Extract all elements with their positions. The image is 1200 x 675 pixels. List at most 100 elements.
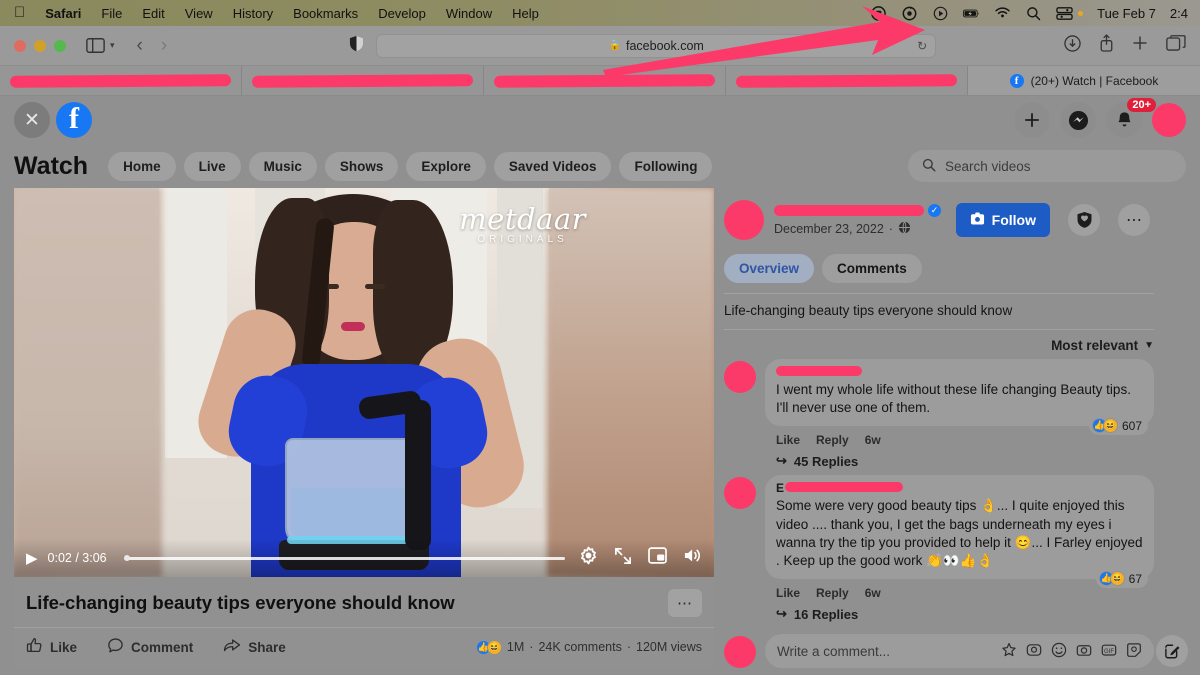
menu-bookmarks[interactable]: Bookmarks [283, 6, 368, 21]
sort-dropdown[interactable]: Most relevant ▼ [1051, 338, 1154, 353]
zoom-button[interactable] [54, 39, 66, 52]
nav-tab-saved-videos[interactable]: Saved Videos [493, 151, 612, 181]
comment-reactions[interactable]: 👍 😆 607 [1088, 416, 1148, 436]
menu-history[interactable]: History [223, 6, 283, 21]
menubar-clock[interactable]: Tue Feb 7 [1097, 6, 1156, 21]
sticker-icon[interactable] [1001, 642, 1017, 661]
minimize-button[interactable] [34, 39, 46, 52]
battery-charging-icon[interactable] [963, 5, 980, 22]
menu-develop[interactable]: Develop [368, 6, 436, 21]
current-user-avatar[interactable] [724, 636, 756, 669]
privacy-shield-icon[interactable] [349, 35, 364, 57]
nav-tab-following[interactable]: Following [619, 151, 713, 181]
comment-reply-button[interactable]: Reply [816, 586, 849, 600]
ellipsis-icon[interactable]: ⋯ [668, 589, 702, 617]
menu-safari[interactable]: Safari [35, 6, 91, 21]
comment-bubble: E Some were very good beauty tips 👌... I… [765, 475, 1154, 589]
comment-avatar[interactable] [724, 477, 756, 510]
wifi-icon[interactable] [994, 5, 1011, 22]
comment-text: Some were very good beauty tips 👌... I q… [776, 498, 1143, 569]
menu-help[interactable]: Help [502, 6, 549, 21]
follow-button[interactable]: Follow [955, 203, 1050, 237]
picture-in-picture-icon[interactable] [648, 547, 667, 569]
like-label: Like [50, 639, 78, 655]
compose-pencil-icon[interactable] [1156, 635, 1188, 667]
record-stop-icon[interactable] [870, 5, 887, 22]
redaction-overlay [9, 73, 232, 88]
post-date[interactable]: December 23, 2022 [774, 222, 884, 236]
comment-avatar[interactable] [724, 361, 756, 393]
downloads-icon[interactable] [1064, 34, 1081, 57]
browser-tab[interactable] [0, 66, 242, 95]
comment-button[interactable]: Comment [107, 637, 193, 657]
play-icon[interactable]: ▶ [26, 549, 38, 567]
browser-tab-active[interactable]: f (20+) Watch | Facebook [968, 66, 1200, 95]
post-options-button[interactable]: ⋯ [1118, 204, 1150, 236]
emoji-icon[interactable] [1051, 642, 1067, 661]
share-button[interactable]: Share [223, 637, 286, 657]
gear-icon[interactable] [579, 546, 598, 570]
tab-comments[interactable]: Comments [822, 254, 922, 283]
save-button[interactable] [1068, 204, 1100, 236]
reaction-count: 1M [506, 640, 525, 654]
address-bar[interactable]: 🔒 facebook.com ↻ [376, 33, 937, 58]
menubar-time[interactable]: 2:4 [1170, 6, 1188, 21]
svg-text:GIF: GIF [1104, 649, 1114, 655]
comment-like-button[interactable]: Like [776, 586, 800, 600]
expand-icon[interactable] [614, 547, 632, 570]
search-input[interactable]: Search videos [908, 150, 1186, 182]
comment-reply-button[interactable]: Reply [816, 433, 849, 447]
new-tab-icon[interactable] [1132, 35, 1148, 56]
messenger-button[interactable] [1060, 102, 1096, 138]
nav-tab-home[interactable]: Home [108, 151, 176, 181]
video-scene [159, 188, 549, 577]
forward-arrow-icon[interactable]: › [161, 35, 167, 57]
menu-window[interactable]: Window [436, 6, 502, 21]
speaker-icon[interactable] [683, 547, 702, 569]
comment-bubble: I went my whole life without these life … [765, 359, 1154, 436]
close-button[interactable] [14, 39, 26, 52]
chevron-down-icon[interactable]: ▾ [110, 40, 115, 51]
comment-replies-link[interactable]: ↪ 45 Replies [765, 447, 1154, 469]
create-button[interactable] [1014, 102, 1050, 138]
video-scrubber[interactable] [123, 555, 565, 561]
comment-like-button[interactable]: Like [776, 433, 800, 447]
screen-record-icon[interactable] [932, 5, 949, 22]
nav-tab-explore[interactable]: Explore [406, 151, 486, 181]
author-avatar[interactable] [724, 200, 764, 240]
menu-view[interactable]: View [175, 6, 223, 21]
browser-tab[interactable] [242, 66, 484, 95]
scrubber-knob[interactable] [123, 555, 130, 561]
menu-file[interactable]: File [91, 6, 132, 21]
nav-tab-live[interactable]: Live [183, 151, 241, 181]
video-player[interactable]: metdaar ORIGINALS ▶ 0:02 / 3:06 [14, 188, 714, 577]
profile-avatar[interactable] [1152, 103, 1186, 137]
nav-tab-shows[interactable]: Shows [324, 151, 399, 181]
sticker-face-icon[interactable] [1126, 642, 1142, 661]
tab-overview-icon[interactable] [1166, 35, 1186, 56]
comment-input[interactable]: Write a comment... GIF [765, 634, 1154, 669]
back-arrow-icon[interactable]: ‹ [137, 35, 143, 57]
tab-overview[interactable]: Overview [724, 254, 815, 283]
time-machine-icon[interactable] [901, 5, 918, 22]
share-icon[interactable] [1099, 34, 1114, 57]
reaction-icons: 👍 😆 [1098, 571, 1125, 587]
control-center-icon[interactable] [1056, 5, 1073, 22]
camera-icon[interactable] [1076, 642, 1092, 661]
reload-icon[interactable]: ↻ [917, 39, 927, 53]
comment-replies-link[interactable]: ↪ 16 Replies [765, 600, 1154, 622]
like-button[interactable]: Like [26, 637, 77, 657]
menu-edit[interactable]: Edit [132, 6, 174, 21]
apple-icon[interactable]:  [8, 5, 35, 22]
facebook-logo-icon[interactable]: f [56, 102, 92, 138]
tab-title: (20+) Watch | Facebook [1030, 73, 1159, 88]
avatar-sticker-icon[interactable] [1026, 642, 1042, 661]
browser-tab[interactable] [484, 66, 726, 95]
sidebar-toggle-icon[interactable] [86, 38, 105, 53]
nav-tab-music[interactable]: Music [248, 151, 317, 181]
close-icon[interactable]: ✕ [14, 102, 50, 138]
gif-icon[interactable]: GIF [1101, 642, 1117, 661]
comment-reactions[interactable]: 👍 😆 67 [1095, 569, 1148, 589]
spotlight-search-icon[interactable] [1025, 5, 1042, 22]
browser-tab[interactable] [726, 66, 968, 95]
